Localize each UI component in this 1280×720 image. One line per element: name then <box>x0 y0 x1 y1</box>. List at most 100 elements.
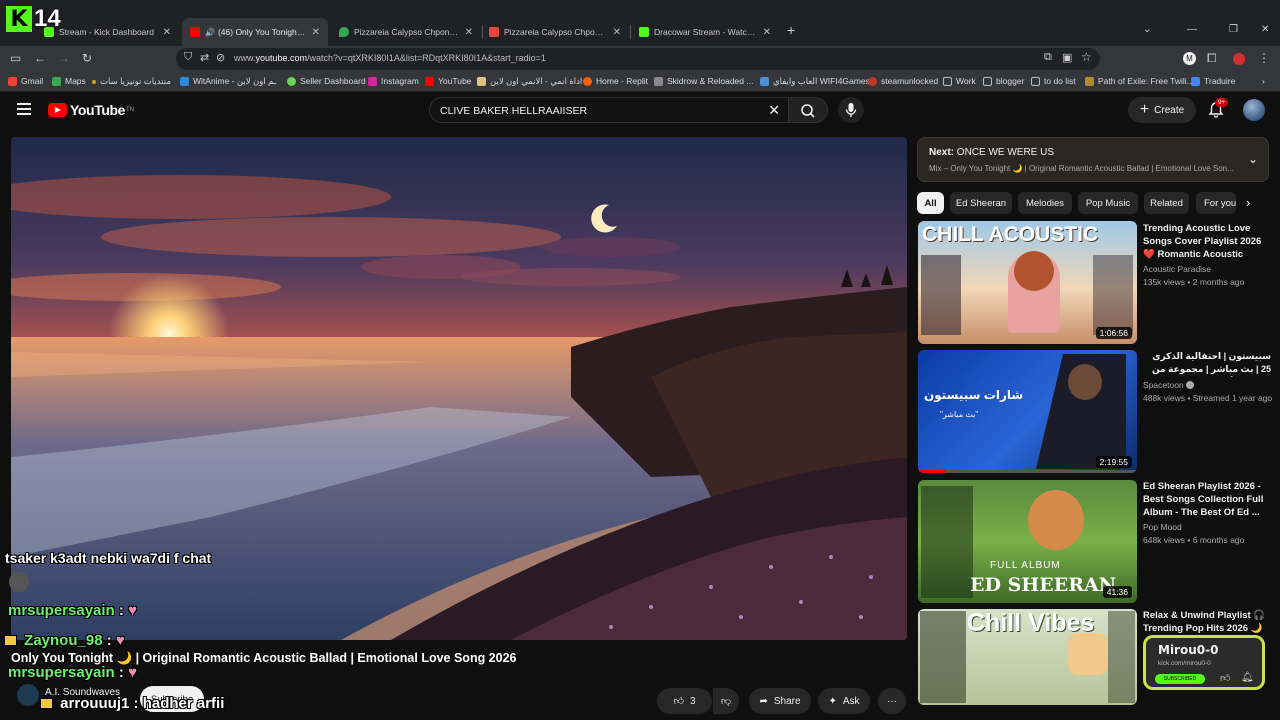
bookmark-gmail[interactable]: Gmail <box>8 76 43 86</box>
watch-progress <box>918 470 947 473</box>
bookmark-folder-work[interactable]: Work <box>943 76 976 86</box>
search-button[interactable] <box>788 97 828 123</box>
heart-emote-icon: ♥ <box>115 632 125 649</box>
video-thumbnail[interactable]: FULL ALBUM ED SHEERAN 41:36 <box>918 480 1137 603</box>
chevron-down-icon[interactable]: ⌄ <box>1248 152 1258 166</box>
back-icon[interactable]: ← <box>34 51 46 65</box>
create-button[interactable]: + Create <box>1128 97 1196 123</box>
thumbs-up-icon: 👍︎ <box>1220 673 1231 684</box>
maps-icon <box>52 76 61 86</box>
close-icon[interactable]: ✕ <box>613 27 621 38</box>
bookmark-maps[interactable]: Maps <box>52 76 86 86</box>
extension-m-icon[interactable]: M <box>1183 52 1196 65</box>
account-avatar[interactable] <box>1243 99 1265 121</box>
like-button[interactable]: 👍︎ 3 <box>657 688 712 714</box>
video-title[interactable]: Relax & Unwind Playlist 🎧 Trending Pop H… <box>1143 609 1271 635</box>
clear-search-icon[interactable]: ✕ <box>768 102 780 119</box>
restaurant-favicon-icon <box>489 27 499 37</box>
channel-avatar[interactable] <box>17 684 39 706</box>
youtube-play-icon <box>48 103 67 117</box>
sidebar-toggle-icon[interactable]: ▭ <box>10 51 21 65</box>
tab-search-icon[interactable]: ⌄ <box>1143 24 1151 35</box>
kick-logo-icon: K <box>6 6 32 32</box>
chip-melodies[interactable]: Melodies <box>1018 192 1072 214</box>
bookmark-witanime[interactable]: WitAnime - ـم اون لاين <box>180 76 276 87</box>
playlist-next-panel[interactable]: Next: ONCE WE WERE US Mix – Only You Ton… <box>917 137 1269 182</box>
menu-icon[interactable] <box>17 103 31 115</box>
chip-for-you[interactable]: For you <box>1196 192 1236 214</box>
minimize-icon[interactable]: — <box>1187 24 1197 35</box>
video-thumbnail[interactable]: شارات سبيستون "بث مباشر" 2:19:55 <box>918 350 1137 473</box>
tab-google-maps[interactable]: Pizzareia Calypso Chpon - Goo ✕ <box>331 18 481 46</box>
video-thumbnail[interactable]: CHILL ACOUSTIC 1:06:56 <box>918 221 1137 344</box>
chip-pop-music[interactable]: Pop Music <box>1078 192 1138 214</box>
close-icon[interactable]: ✕ <box>465 27 473 38</box>
url-text[interactable]: www.youtube.com/watch?v=qtXRKI80I1A&list… <box>234 53 546 63</box>
bookmark-traduire[interactable]: Traduire <box>1191 76 1235 86</box>
bookmark-anime-tool[interactable]: اداة انمي - الانمي اون لاين <box>477 76 582 87</box>
bookmark-folder-todo[interactable]: to do list <box>1031 76 1076 86</box>
menu-kebab-icon[interactable]: ⋮ <box>1258 51 1270 65</box>
bookmark-star-icon[interactable]: ☆ <box>1081 50 1092 64</box>
channel-name[interactable]: Spacetoon <box>1143 380 1195 390</box>
channel-name[interactable]: Pop Mood <box>1143 522 1182 532</box>
youtube-header: YouTube TN CLIVE BAKER HELLRAAIISER ✕ + … <box>0 92 1280 130</box>
profile-extension-icon[interactable] <box>1233 53 1245 65</box>
anime-icon <box>477 77 486 86</box>
video-meta: 648k views • 6 months ago <box>1143 535 1245 545</box>
video-title[interactable]: Ed Sheeran Playlist 2026 - Best Songs Co… <box>1143 480 1271 519</box>
address-bar[interactable]: ⛉ ⇄ ⊘ www.youtube.com/watch?v=qtXRKI80I1… <box>176 48 1100 70</box>
reload-icon[interactable]: ↻ <box>82 51 92 65</box>
close-icon[interactable]: ✕ <box>312 27 320 38</box>
youtube-logo[interactable]: YouTube TN <box>48 102 134 118</box>
bookmark-seller-dashboard[interactable]: Seller Dashboard <box>287 76 366 86</box>
chip-ed-sheeran[interactable]: Ed Sheeran <box>950 192 1012 214</box>
search-box[interactable]: CLIVE BAKER HELLRAAIISER ✕ <box>429 97 789 123</box>
tab-youtube[interactable]: 🔊 (46) Only You Tonight 🌙 | O ✕ <box>182 18 328 46</box>
bookmarks-bar: Gmail Maps منتديات تونيزيا سات WitAnime … <box>0 72 1280 92</box>
bookmark-wifi4games[interactable]: العاب وايفاي WIFI4Games <box>760 76 870 87</box>
close-window-icon[interactable]: ✕ <box>1261 24 1269 35</box>
security-shield-icon[interactable]: ⛉ <box>184 51 192 64</box>
voice-search-button[interactable] <box>838 97 864 123</box>
share-button[interactable]: ➦ Share <box>749 688 811 714</box>
chip-all[interactable]: All <box>917 192 944 214</box>
chat-message: Zaynou_98 : ♥ <box>4 632 125 649</box>
bookmark-steamunlocked[interactable]: steamunlocked <box>868 76 938 86</box>
bookmark-tunisia-sat[interactable]: منتديات تونيزيا سات <box>92 76 171 87</box>
bookmark-skidrow[interactable]: Skidrow & Reloaded ... <box>654 76 753 86</box>
site-settings-icon[interactable]: ⇄ <box>200 51 209 64</box>
tab-pizzeria[interactable]: Pizzareia Calypso Chpon, Nabe ✕ <box>481 18 629 46</box>
bookmark-instagram[interactable]: Instagram <box>368 76 419 86</box>
close-icon[interactable]: ✕ <box>163 27 171 38</box>
chip-related[interactable]: Related <box>1144 192 1189 214</box>
close-icon[interactable]: ✕ <box>763 27 771 38</box>
bookmark-folder-blogger[interactable]: blogger <box>983 76 1024 86</box>
video-thumbnail[interactable]: Chill Vibes <box>918 609 1137 705</box>
chevron-right-icon[interactable]: › <box>1246 195 1250 210</box>
thumbs-down-icon: 👎︎ <box>720 696 732 707</box>
extensions-icon[interactable]: ⧠ <box>1207 51 1217 66</box>
tab-dracowar-stream[interactable]: Dracowar Stream - Watch Live o ✕ <box>631 18 779 46</box>
channel-name[interactable]: Acoustic Paradise <box>1143 264 1211 274</box>
forward-icon[interactable]: → <box>58 51 70 65</box>
search-input[interactable]: CLIVE BAKER HELLRAAIISER <box>440 105 587 117</box>
screen: Stream - Kick Dashboard ✕ 🔊 (46) Only Yo… <box>0 0 1280 720</box>
maximize-icon[interactable]: ❐ <box>1229 24 1238 35</box>
install-app-icon[interactable]: ⧉ <box>1044 51 1052 64</box>
bookmarks-overflow-icon[interactable]: › <box>1262 76 1265 86</box>
dislike-button[interactable]: 👎︎ <box>713 688 739 714</box>
tracking-icon[interactable]: ⊘ <box>216 51 225 64</box>
video-title[interactable]: Trending Acoustic Love Songs Cover Playl… <box>1143 222 1271 261</box>
bookmark-path-of-exile[interactable]: Path of Exile: Free Twili... <box>1085 76 1194 86</box>
bookmark-youtube[interactable]: YouTube <box>425 76 471 86</box>
heart-emote-icon: ♥ <box>128 664 137 681</box>
speaker-icon[interactable]: 🔊 <box>205 28 215 37</box>
new-tab-button[interactable]: + <box>787 22 795 38</box>
cast-icon[interactable]: ▣ <box>1062 51 1072 64</box>
more-actions-button[interactable]: ··· <box>878 688 906 714</box>
video-title[interactable]: سبيستون | احتفالية الذكرى 25 | بث مباشر … <box>1143 350 1271 377</box>
ask-button[interactable]: ✦ Ask <box>818 688 870 714</box>
share-arrow-icon: ➦ <box>759 695 768 707</box>
bookmark-replit[interactable]: Home - Replit <box>583 76 648 86</box>
